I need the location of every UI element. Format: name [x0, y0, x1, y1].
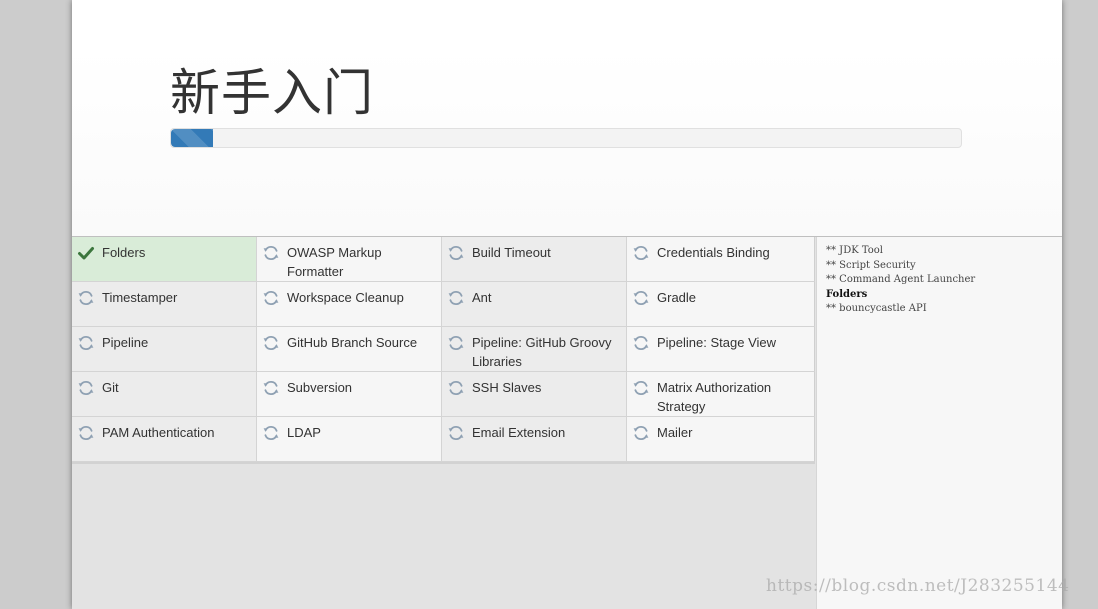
refresh-icon	[262, 379, 280, 397]
plugin-item-timestamper[interactable]: Timestamper	[72, 282, 257, 327]
plugin-label: Ant	[472, 290, 492, 305]
refresh-icon	[262, 289, 280, 307]
plugin-item-email-extension[interactable]: Email Extension	[442, 417, 627, 462]
refresh-icon	[632, 334, 650, 352]
plugin-label: Timestamper	[102, 290, 178, 305]
plugin-row: Git Subversion SSH Slaves Matrix Authorizat…	[72, 372, 815, 417]
refresh-icon	[632, 379, 650, 397]
install-log-line: ** JDK Tool	[826, 245, 883, 256]
plugin-item-subversion[interactable]: Subversion	[257, 372, 442, 417]
plugin-label: Build Timeout	[472, 245, 551, 260]
refresh-icon	[632, 289, 650, 307]
plugin-label: SSH Slaves	[472, 380, 542, 395]
refresh-icon	[262, 244, 280, 262]
plugin-label: Gradle	[657, 290, 697, 305]
refresh-icon	[262, 424, 280, 442]
plugin-label: Matrix Authorization Strategy	[657, 380, 772, 414]
plugin-label: LDAP	[287, 425, 321, 440]
refresh-icon	[447, 244, 465, 262]
progress-bar-fill	[171, 129, 213, 147]
refresh-icon	[632, 244, 650, 262]
plugin-item-pipeline[interactable]: Pipeline	[72, 327, 257, 372]
install-log-line: Folders	[826, 288, 868, 300]
plugin-item-git[interactable]: Git	[72, 372, 257, 417]
plugin-label: Credentials Binding	[657, 245, 770, 260]
plugin-label: OWASP Markup Formatter	[287, 245, 382, 279]
plugin-item-ldap[interactable]: LDAP	[257, 417, 442, 462]
refresh-icon	[447, 334, 465, 352]
plugin-item-build-timeout[interactable]: Build Timeout	[442, 237, 627, 282]
plugin-item-ant[interactable]: Ant	[442, 282, 627, 327]
plugin-item-mailer[interactable]: Mailer	[627, 417, 815, 462]
refresh-icon	[77, 289, 95, 307]
plugin-label: Mailer	[657, 425, 693, 440]
plugin-label: Pipeline: GitHub Groovy Libraries	[472, 335, 612, 369]
plugin-row: Pipeline GitHub Branch Source Pipeline: Gi…	[72, 327, 815, 372]
refresh-icon	[77, 334, 95, 352]
install-log-line: ** bouncycastle API	[826, 303, 927, 315]
plugin-item-gradle[interactable]: Gradle	[627, 282, 815, 327]
plugin-label: Email Extension	[472, 425, 566, 440]
install-log-panel: ** JDK Tool ** Script Security ** Command …	[816, 237, 1062, 609]
refresh-icon	[77, 379, 95, 397]
install-log-line: ** Command Agent Launcher	[826, 274, 976, 286]
plugin-label: Git	[102, 380, 119, 395]
plugin-label: GitHub Branch Source	[287, 335, 418, 350]
plugin-label: Subversion	[287, 380, 353, 395]
plugin-item-github-branch-source[interactable]: GitHub Branch Source	[257, 327, 442, 372]
plugin-label: Folders	[102, 245, 146, 260]
plugin-row: Timestamper Workspace Cleanup Ant Gradle	[72, 282, 815, 327]
plugin-item-ssh-slaves[interactable]: SSH Slaves	[442, 372, 627, 417]
setup-wizard-window: 新手入门 Folders OWASP Markup Formatter Build …	[72, 0, 1062, 609]
wizard-header: 新手入门	[72, 0, 1062, 237]
plugin-item-workspace-cleanup[interactable]: Workspace Cleanup	[257, 282, 442, 327]
plugin-item-pipeline-stage-view[interactable]: Pipeline: Stage View	[627, 327, 815, 372]
plugin-item-credentials-binding[interactable]: Credentials Binding	[627, 237, 815, 282]
plugin-row: Folders OWASP Markup Formatter Build Timeo…	[72, 237, 815, 282]
install-log-line: ** Script Security	[826, 259, 916, 271]
plugin-label: Pipeline	[102, 335, 149, 350]
install-progress-bar	[170, 128, 962, 148]
plugin-item-owasp-markup-formatter[interactable]: OWASP Markup Formatter	[257, 237, 442, 282]
watermark: https://blog.csdn.net/J283255144	[766, 576, 1070, 596]
page-title: 新手入门	[170, 64, 374, 122]
refresh-icon	[632, 424, 650, 442]
plugin-item-matrix-authorization-strategy[interactable]: Matrix Authorization Strategy	[627, 372, 815, 417]
plugin-label: Workspace Cleanup	[287, 290, 404, 305]
plugin-label: PAM Authentication	[102, 425, 215, 440]
plugin-item-pam-authentication[interactable]: PAM Authentication	[72, 417, 257, 462]
plugin-grid: Folders OWASP Markup Formatter Build Timeo…	[72, 237, 815, 464]
checkmark-icon	[77, 244, 95, 262]
plugin-item-pipeline-github-groovy-libraries[interactable]: Pipeline: GitHub Groovy Libraries	[442, 327, 627, 372]
refresh-icon	[262, 334, 280, 352]
plugin-row: PAM Authentication LDAP Email Extension Mai…	[72, 417, 815, 462]
refresh-icon	[447, 379, 465, 397]
refresh-icon	[447, 289, 465, 307]
refresh-icon	[447, 424, 465, 442]
plugin-item-folders[interactable]: Folders	[72, 237, 257, 282]
refresh-icon	[77, 424, 95, 442]
plugin-label: Pipeline: Stage View	[657, 335, 777, 350]
